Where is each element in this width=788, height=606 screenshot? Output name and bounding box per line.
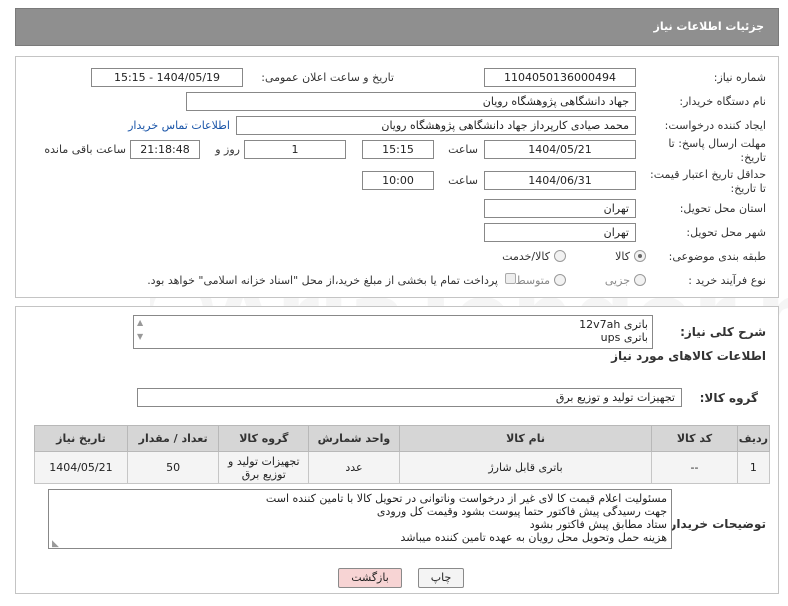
col-row: ردیف: [736, 425, 771, 452]
process-medium-label: متوسط: [515, 274, 550, 287]
remaining-time-field: 21:18:48: [130, 140, 200, 159]
reply-time-label: ساعت: [448, 143, 478, 156]
goods-table-header: ردیف کد کالا نام کالا واحد شمارش گروه کا…: [34, 425, 771, 452]
price-validity-label-2: تا تاریخ:: [730, 182, 766, 195]
cell-group: تجهیزات تولید و توزیع برق: [218, 451, 310, 484]
buyer-note-line-3: ستاد مطابق پیش فاکتور بشود: [529, 518, 667, 531]
buyer-note-line-4: هزینه حمل وتحویل محل رویان به عهده تامین…: [400, 531, 667, 544]
process-medium-radio[interactable]: [554, 274, 566, 286]
description-label: شرح کلی نیاز:: [680, 325, 766, 339]
col-unit: واحد شمارش: [308, 425, 400, 452]
announce-label: تاریخ و ساعت اعلان عمومی:: [261, 71, 394, 84]
cell-unit: عدد: [308, 451, 400, 484]
city-field: تهران: [484, 223, 636, 242]
resize-handle-icon[interactable]: ◣: [52, 540, 59, 549]
reply-date-field: 1404/05/21: [484, 140, 636, 159]
category-goods-service-label: کالا/خدمت: [502, 250, 550, 263]
requester-field: محمد صیادی کارپرداز جهاد دانشگاهی پژوهشگ…: [236, 116, 636, 135]
process-minor-label: جزیی: [604, 274, 630, 287]
province-label: استان محل تحویل:: [679, 202, 766, 215]
goods-group-field: تجهیزات تولید و توزیع برق: [137, 388, 682, 407]
remaining-days-field: 1: [244, 140, 346, 159]
col-name: نام کالا: [398, 425, 653, 452]
cell-need-date: 1404/05/21: [34, 451, 128, 484]
need-info-panel: شماره نیاز: 1104050136000494 تاریخ و ساع…: [15, 56, 779, 298]
buyer-contact-link[interactable]: اطلاعات تماس خریدار: [128, 119, 230, 132]
validity-date-field: 1404/06/31: [484, 171, 636, 190]
cell-name: باتری قابل شارژ: [398, 451, 653, 484]
scroll-down-icon[interactable]: ▼: [137, 333, 143, 341]
buyer-notes-label: توضیحات خریدار:: [664, 517, 766, 531]
description-textarea[interactable]: باتری 12v7ah باتری ups ▲ ▼: [133, 315, 653, 349]
description-line-2: باتری ups: [600, 331, 648, 344]
category-label: طبقه بندی موضوعی:: [668, 250, 766, 263]
goods-section-title: اطلاعات کالاهای مورد نیاز: [611, 349, 766, 363]
reply-time-field: 15:15: [362, 140, 434, 159]
page-header: جزئیات اطلاعات نیاز: [15, 8, 779, 46]
description-line-1: باتری 12v7ah: [579, 318, 648, 331]
validity-time-label: ساعت: [448, 174, 478, 187]
price-validity-label: حداقل تاریخ اعتبار قیمت:: [650, 168, 766, 181]
reply-deadline-label-2: تاریخ:: [740, 151, 766, 164]
buyer-note-line-1: مسئولیت اعلام قیمت کا لای غیر از درخواست…: [265, 492, 667, 505]
print-button[interactable]: چاپ: [418, 568, 464, 588]
col-need-date: تاریخ نیاز: [34, 425, 128, 452]
category-goods-service-radio[interactable]: [554, 250, 566, 262]
treasury-payment-checkbox[interactable]: [505, 273, 516, 284]
cell-quantity: 50: [126, 451, 220, 484]
province-field: تهران: [484, 199, 636, 218]
process-label: نوع فرآیند خرید :: [688, 274, 766, 287]
col-group: گروه کالا: [218, 425, 310, 452]
need-number-field: 1104050136000494: [484, 68, 636, 87]
process-minor-radio[interactable]: [634, 274, 646, 286]
treasury-payment-note: پرداخت تمام یا بخشی از مبلغ خرید،از محل …: [147, 274, 498, 287]
buyer-note-line-2: جهت رسیدگی پیش فاکتور حتما پیوست بشود وق…: [376, 505, 667, 518]
category-goods-label: کالا: [615, 250, 630, 263]
col-code: کد کالا: [651, 425, 738, 452]
validity-time-field: 10:00: [362, 171, 434, 190]
cell-code: --: [651, 451, 738, 484]
col-quantity: تعداد / مقدار: [126, 425, 220, 452]
table-row: 1 -- باتری قابل شارژ عدد تجهیزات تولید و…: [34, 451, 771, 484]
announce-datetime-field: 1404/05/19 - 15:15: [91, 68, 243, 87]
buyer-org-field: جهاد دانشگاهی پژوهشگاه رویان: [186, 92, 636, 111]
back-button[interactable]: بازگشت: [338, 568, 402, 588]
category-goods-radio[interactable]: [634, 250, 646, 262]
cell-row: 1: [736, 451, 771, 484]
need-number-label: شماره نیاز:: [713, 71, 766, 84]
reply-deadline-label: مهلت ارسال پاسخ: تا: [668, 137, 766, 150]
goods-group-label: گروه کالا:: [699, 391, 758, 405]
page-title: جزئیات اطلاعات نیاز: [653, 20, 765, 33]
need-details-panel: شرح کلی نیاز: باتری 12v7ah باتری ups ▲ ▼…: [15, 306, 779, 594]
days-label: روز و: [215, 143, 240, 156]
remaining-label: ساعت باقی مانده: [44, 143, 126, 156]
city-label: شهر محل تحویل:: [686, 226, 766, 239]
buyer-notes-textarea[interactable]: مسئولیت اعلام قیمت کا لای غیر از درخواست…: [48, 489, 672, 549]
buyer-org-label: نام دستگاه خریدار:: [679, 95, 766, 108]
scroll-up-icon[interactable]: ▲: [137, 319, 143, 327]
requester-label: ایجاد کننده درخواست:: [664, 119, 766, 132]
goods-table: ردیف کد کالا نام کالا واحد شمارش گروه کا…: [34, 425, 771, 484]
